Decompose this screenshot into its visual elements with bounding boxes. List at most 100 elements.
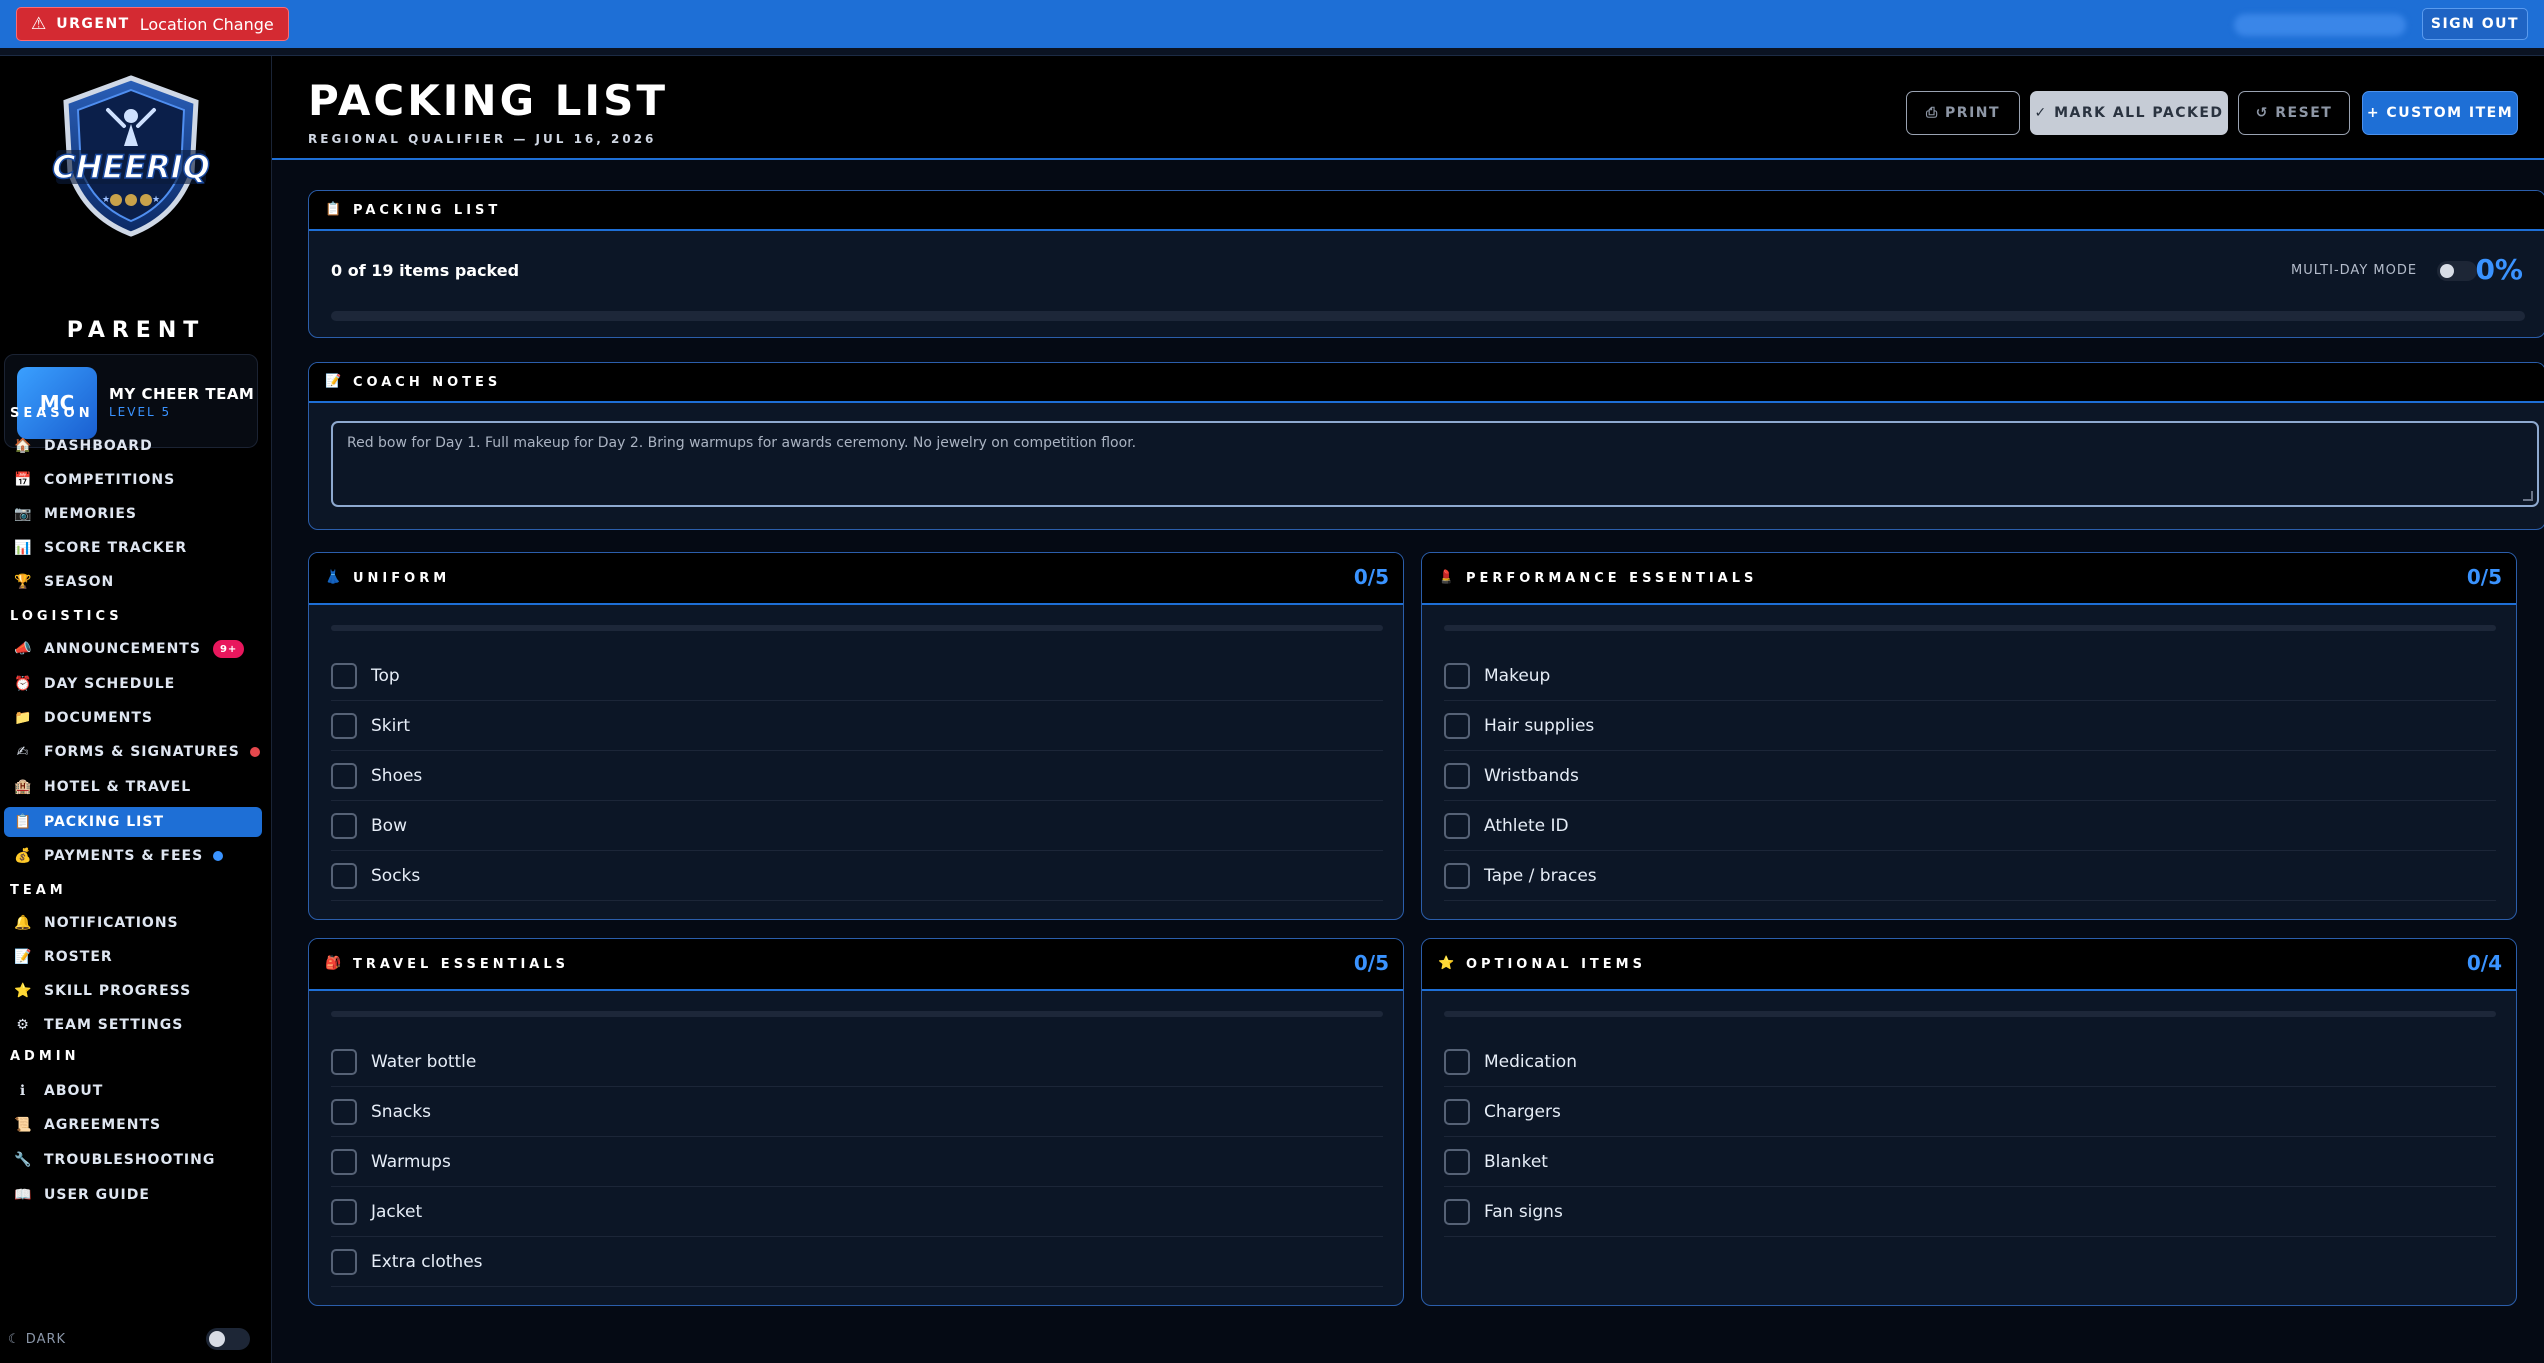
sidebar-item-label: DOCUMENTS — [44, 710, 154, 726]
packing-item[interactable]: Makeup — [1444, 651, 2496, 701]
sidebar-item-label: ABOUT — [44, 1083, 104, 1099]
packed-percent: 0% — [2475, 253, 2523, 286]
item-checkbox[interactable] — [331, 1098, 357, 1125]
card-header: 🎒 TRAVEL ESSENTIALS 0/5 — [309, 939, 1403, 991]
packing-item[interactable]: Snacks — [331, 1087, 1383, 1137]
packing-item[interactable]: Skirt — [331, 701, 1383, 751]
packing-item[interactable]: Medication — [1444, 1037, 2496, 1087]
sidebar-item-day-schedule[interactable]: ⏰ DAY SCHEDULE — [4, 669, 262, 699]
blurred-user-email — [2234, 14, 2406, 36]
packing-item[interactable]: Shoes — [331, 751, 1383, 801]
category-count: 0/5 — [2466, 565, 2502, 589]
item-checkbox[interactable] — [331, 712, 357, 739]
card-title: COACH NOTES — [353, 375, 502, 390]
item-checkbox[interactable] — [1444, 812, 1470, 839]
sidebar-item-payments-fees[interactable]: 💰 PAYMENTS & FEES — [4, 841, 262, 871]
sidebar-item-competitions[interactable]: 📅 COMPETITIONS — [4, 465, 262, 495]
calendar-icon: 📅 — [14, 472, 33, 488]
resize-handle[interactable] — [2523, 491, 2533, 501]
item-checkbox[interactable] — [331, 1048, 357, 1075]
sign-out-button[interactable]: SIGN OUT — [2422, 8, 2528, 40]
page-header: PACKING LIST REGIONAL QUALIFIER — JUL 16… — [272, 56, 2544, 160]
item-checkbox[interactable] — [331, 1148, 357, 1175]
sidebar-item-season[interactable]: 🏆 SEASON — [4, 567, 262, 597]
sidebar-item-user-guide[interactable]: 📖 USER GUIDE — [4, 1180, 262, 1210]
sidebar-item-agreements[interactable]: 📜 AGREEMENTS — [4, 1110, 262, 1140]
page-title: PACKING LIST — [308, 76, 668, 125]
item-checkbox[interactable] — [1444, 1148, 1470, 1175]
print-button[interactable]: ⎙ PRINT — [1906, 91, 2020, 135]
dark-mode-toggle[interactable] — [206, 1328, 250, 1350]
item-checkbox[interactable] — [331, 762, 357, 789]
dress-icon: 👗 — [325, 570, 342, 585]
category-progress-bar — [331, 1011, 1383, 1017]
packed-status: 0 of 19 items packed — [331, 261, 520, 280]
card-header: 📝 COACH NOTES — [309, 363, 2544, 403]
add-custom-item-button[interactable]: + CUSTOM ITEM — [2362, 91, 2518, 135]
sidebar-item-hotel-travel[interactable]: 🏨 HOTEL & TRAVEL — [4, 772, 262, 802]
packing-item[interactable]: Extra clothes — [331, 1237, 1383, 1287]
sidebar-item-dashboard[interactable]: 🏠 DASHBOARD — [4, 431, 262, 461]
lipstick-icon: 💄 — [1438, 570, 1455, 585]
sidebar-item-announcements[interactable]: 📣 ANNOUNCEMENTS 9+ — [4, 634, 262, 664]
packing-item[interactable]: Warmups — [331, 1137, 1383, 1187]
item-checkbox[interactable] — [331, 862, 357, 889]
item-checkbox[interactable] — [1444, 862, 1470, 889]
sidebar-item-packing-list[interactable]: 📋 PACKING LIST — [4, 807, 262, 837]
item-label: Skirt — [371, 715, 411, 736]
card-header: ⭐ OPTIONAL ITEMS 0/4 — [1422, 939, 2516, 991]
mark-all-packed-button[interactable]: ✓ MARK ALL PACKED — [2030, 91, 2228, 135]
sidebar-item-label: AGREEMENTS — [44, 1117, 162, 1133]
item-checkbox[interactable] — [1444, 1098, 1470, 1125]
section-title-season: SEASON — [10, 406, 94, 421]
packing-item[interactable]: Hair supplies — [1444, 701, 2496, 751]
item-checkbox[interactable] — [1444, 1048, 1470, 1075]
item-checkbox[interactable] — [1444, 712, 1470, 739]
item-checkbox[interactable] — [331, 662, 357, 689]
sidebar-item-team-settings[interactable]: ⚙ TEAM SETTINGS — [4, 1010, 262, 1040]
packing-item[interactable]: Jacket — [331, 1187, 1383, 1237]
star-icon: ⭐ — [14, 983, 33, 999]
sidebar-item-documents[interactable]: 📁 DOCUMENTS — [4, 703, 262, 733]
toggle-knob — [209, 1331, 225, 1347]
sidebar-item-roster[interactable]: 📝 ROSTER — [4, 942, 262, 972]
packing-item[interactable]: Socks — [331, 851, 1383, 901]
packing-item[interactable]: Bow — [331, 801, 1383, 851]
top-divider — [0, 48, 2544, 56]
camera-icon: 📷 — [14, 506, 33, 522]
packing-item[interactable]: Top — [331, 651, 1383, 701]
packing-item[interactable]: Fan signs — [1444, 1187, 2496, 1237]
item-checkbox[interactable] — [331, 1248, 357, 1275]
item-checkbox[interactable] — [331, 1198, 357, 1225]
sidebar-item-notifications[interactable]: 🔔 NOTIFICATIONS — [4, 908, 262, 938]
category-card-travel-essentials: 🎒 TRAVEL ESSENTIALS 0/5 Water bottle Sna… — [308, 938, 1404, 1306]
sidebar-item-memories[interactable]: 📷 MEMORIES — [4, 499, 262, 529]
packing-item[interactable]: Athlete ID — [1444, 801, 2496, 851]
main-content: PACKING LIST REGIONAL QUALIFIER — JUL 16… — [272, 56, 2544, 1363]
packing-item[interactable]: Tape / braces — [1444, 851, 2496, 901]
multi-day-mode-toggle[interactable] — [2437, 261, 2477, 281]
sidebar-item-skill-progress[interactable]: ⭐ SKILL PROGRESS — [4, 976, 262, 1006]
sidebar-item-forms-signatures[interactable]: ✍ FORMS & SIGNATURES — [4, 737, 262, 767]
sidebar-item-score-tracker[interactable]: 📊 SCORE TRACKER — [4, 533, 262, 563]
sidebar-item-troubleshooting[interactable]: 🔧 TROUBLESHOOTING — [4, 1145, 262, 1175]
coach-notes-textarea[interactable]: Red bow for Day 1. Full makeup for Day 2… — [331, 421, 2539, 507]
item-checkbox[interactable] — [1444, 662, 1470, 689]
sidebar-item-label: DASHBOARD — [44, 438, 153, 454]
item-label: Warmups — [371, 1151, 451, 1172]
reset-button[interactable]: ↺ RESET — [2238, 91, 2350, 135]
packing-item[interactable]: Blanket — [1444, 1137, 2496, 1187]
logo-wordmark: CHEERIQ — [52, 148, 210, 186]
packing-item[interactable]: Wristbands — [1444, 751, 2496, 801]
section-title-admin: ADMIN — [10, 1049, 80, 1064]
item-checkbox[interactable] — [1444, 1198, 1470, 1225]
house-icon: 🏠 — [14, 438, 33, 454]
item-checkbox[interactable] — [1444, 762, 1470, 789]
packing-item[interactable]: Chargers — [1444, 1087, 2496, 1137]
sidebar-item-about[interactable]: ℹ ABOUT — [4, 1076, 262, 1106]
packing-item[interactable]: Water bottle — [331, 1037, 1383, 1087]
urgent-alert-banner[interactable]: ⚠ URGENT Location Change — [16, 7, 289, 41]
category-progress-bar — [1444, 625, 2496, 631]
item-checkbox[interactable] — [331, 812, 357, 839]
sidebar-item-label: SKILL PROGRESS — [44, 983, 192, 999]
